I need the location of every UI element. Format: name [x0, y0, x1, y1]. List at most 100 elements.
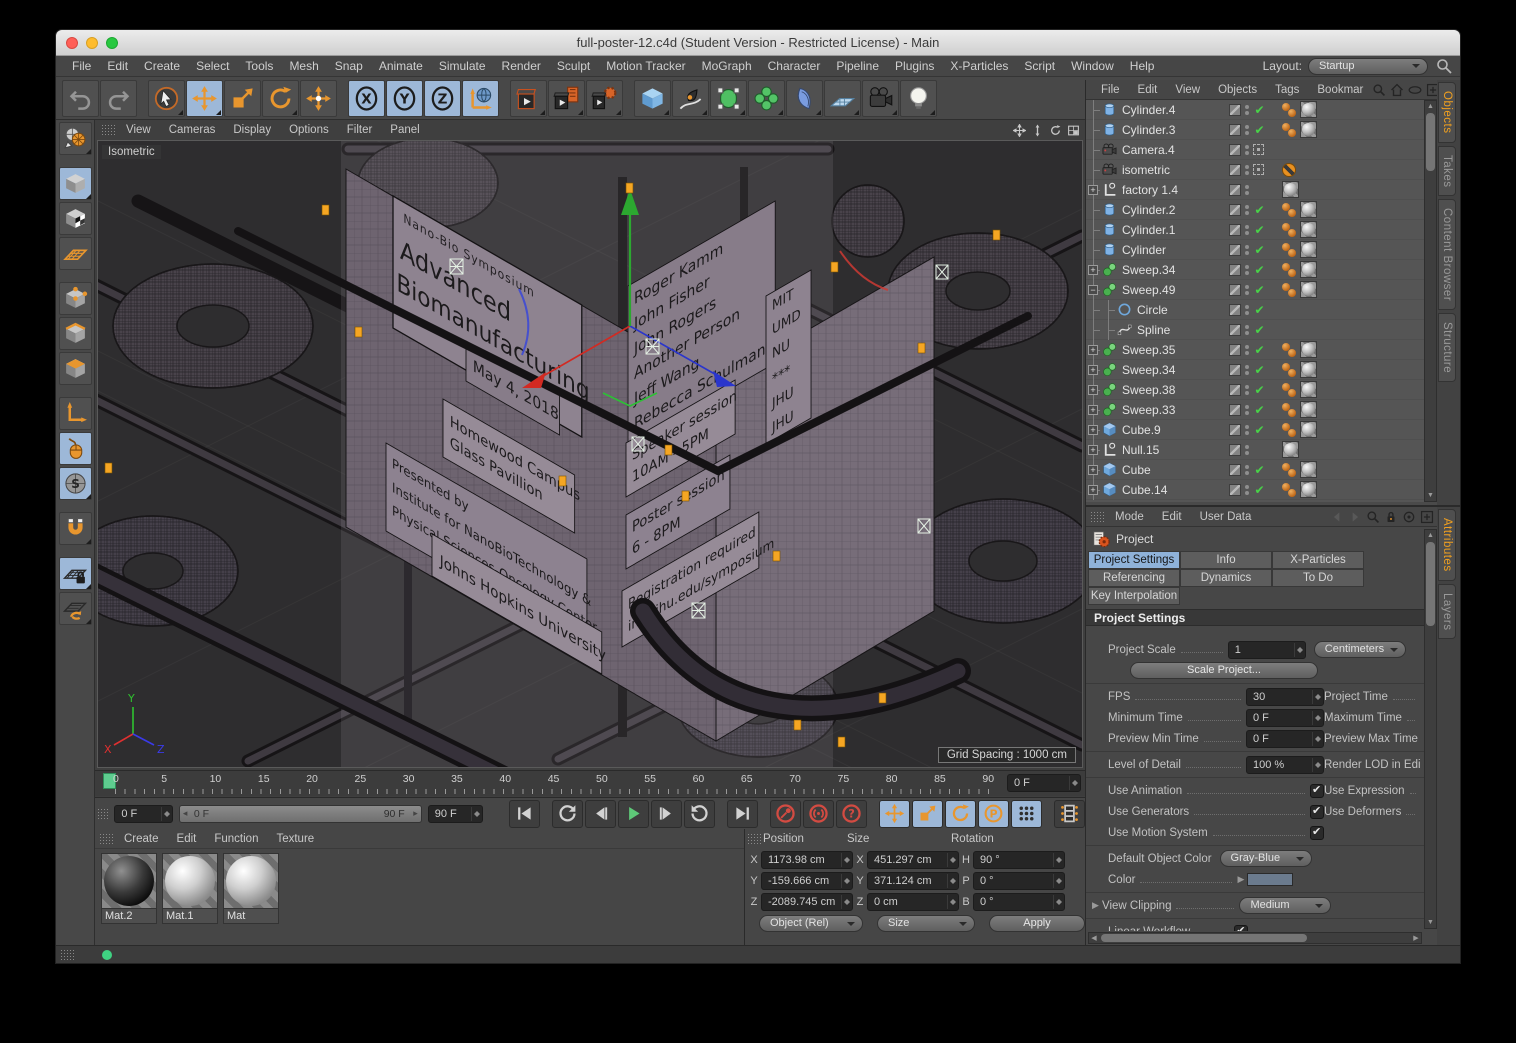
- enable-axis-button[interactable]: [59, 397, 92, 430]
- undo-button[interactable]: [62, 80, 99, 117]
- add-generator-button[interactable]: [710, 80, 747, 117]
- object-row[interactable]: Cylinder.4✔: [1086, 100, 1424, 120]
- redo-button[interactable]: [100, 80, 137, 117]
- panel-grip-icon[interactable]: [101, 124, 115, 136]
- add-light-button[interactable]: [900, 80, 937, 117]
- color-swatch[interactable]: [1247, 873, 1293, 886]
- menu-pipeline[interactable]: Pipeline: [828, 59, 887, 73]
- object-row[interactable]: Circle✔: [1086, 300, 1424, 320]
- object-row[interactable]: Spline✔: [1086, 320, 1424, 340]
- tab-objects[interactable]: Objects: [1438, 82, 1456, 143]
- visibility-dots-icon[interactable]: [1245, 365, 1249, 375]
- layer-color-chip[interactable]: [1229, 104, 1241, 116]
- lock-y-button[interactable]: Y: [386, 80, 423, 117]
- object-name[interactable]: isometric: [1122, 163, 1170, 177]
- object-row[interactable]: Cylinder.3✔: [1086, 120, 1424, 140]
- add-spline-button[interactable]: [672, 80, 709, 117]
- expand-icon[interactable]: +: [1088, 445, 1098, 455]
- phong-tag-icon[interactable]: [1282, 102, 1298, 118]
- expand-icon[interactable]: +: [1088, 365, 1098, 375]
- edges-mode-button[interactable]: [59, 317, 92, 350]
- make-editable-button[interactable]: [59, 122, 92, 155]
- enabled-check-icon[interactable]: ✔: [1253, 103, 1266, 117]
- soft-selection-button[interactable]: S: [59, 467, 92, 500]
- lock-x-button[interactable]: X: [348, 80, 385, 117]
- object-name[interactable]: Cube: [1122, 463, 1151, 477]
- viewport-menu-view[interactable]: View: [117, 124, 160, 136]
- fps-field[interactable]: 30: [1246, 688, 1324, 706]
- object-name[interactable]: Cylinder.2: [1122, 203, 1175, 217]
- tab-referencing[interactable]: Referencing: [1088, 569, 1180, 587]
- material-menu-create[interactable]: Create: [115, 833, 168, 845]
- layer-color-chip[interactable]: [1229, 424, 1241, 436]
- layer-color-chip[interactable]: [1229, 164, 1241, 176]
- protection-tag-icon[interactable]: [1282, 163, 1296, 177]
- visibility-dots-icon[interactable]: [1245, 405, 1249, 415]
- object-name[interactable]: Cylinder.3: [1122, 123, 1175, 137]
- position-field[interactable]: 1173.98 cm: [761, 851, 853, 869]
- texture-tag-icon[interactable]: [1300, 341, 1317, 358]
- layer-color-chip[interactable]: [1229, 284, 1241, 296]
- menu-character[interactable]: Character: [760, 59, 829, 73]
- expand-icon[interactable]: +: [1088, 265, 1098, 275]
- object-name[interactable]: Null.15: [1122, 443, 1159, 457]
- zoom-view-button[interactable]: [1029, 123, 1045, 137]
- visibility-dots-icon[interactable]: [1245, 205, 1249, 215]
- edit-render-settings-button[interactable]: [586, 80, 623, 117]
- tab-x-particles[interactable]: X-Particles: [1272, 551, 1364, 569]
- size-field[interactable]: 451.297 cm: [867, 851, 959, 869]
- viewport-menu-filter[interactable]: Filter: [338, 124, 382, 136]
- toggle-panels-button[interactable]: [1065, 123, 1081, 137]
- visibility-dots-icon[interactable]: [1245, 285, 1249, 295]
- next-frame-button[interactable]: [651, 800, 682, 828]
- menu-file[interactable]: File: [64, 59, 99, 73]
- layer-color-chip[interactable]: [1229, 304, 1241, 316]
- tab-layers[interactable]: Layers: [1438, 584, 1456, 640]
- move-button[interactable]: [186, 80, 223, 117]
- object-name[interactable]: factory 1.4: [1122, 183, 1178, 197]
- layer-color-chip[interactable]: [1229, 484, 1241, 496]
- menu-mesh[interactable]: Mesh: [281, 59, 326, 73]
- rotation-field[interactable]: 0 °: [973, 872, 1065, 890]
- object-name[interactable]: Cube.9: [1122, 423, 1161, 437]
- enabled-check-icon[interactable]: ✔: [1253, 243, 1266, 257]
- viewport-menu-display[interactable]: Display: [224, 124, 280, 136]
- menu-help[interactable]: Help: [1122, 59, 1163, 73]
- material-menu-texture[interactable]: Texture: [267, 833, 323, 845]
- panel-grip-icon[interactable]: [97, 808, 108, 820]
- lock-button[interactable]: [1384, 510, 1398, 524]
- enabled-check-icon[interactable]: ✔: [1253, 203, 1266, 217]
- visibility-dots-icon[interactable]: [1245, 265, 1249, 275]
- ghost-left-button[interactable]: [1330, 510, 1344, 524]
- timeline-ruler[interactable]: 051015202530354045505560657075808590 0 F: [95, 770, 1085, 796]
- visibility-dots-icon[interactable]: [1245, 325, 1249, 335]
- object-menu-view[interactable]: View: [1166, 84, 1209, 96]
- coordinate-system-button[interactable]: [462, 80, 499, 117]
- autokeying-button[interactable]: [803, 800, 834, 828]
- tab-to-do[interactable]: To Do: [1272, 569, 1364, 587]
- search-button[interactable]: [1366, 510, 1380, 524]
- enabled-check-icon[interactable]: ✔: [1253, 303, 1266, 317]
- menu-mograph[interactable]: MoGraph: [694, 59, 760, 73]
- project-scale-field[interactable]: 1: [1228, 641, 1306, 659]
- layer-color-chip[interactable]: [1229, 344, 1241, 356]
- spinner-icon[interactable]: [1069, 776, 1078, 790]
- lock-z-button[interactable]: Z: [424, 80, 461, 117]
- render-to-picture-viewer-button[interactable]: [548, 80, 585, 117]
- phong-tag-icon[interactable]: [1282, 362, 1298, 378]
- enabled-check-icon[interactable]: ✔: [1253, 483, 1266, 497]
- enabled-check-icon[interactable]: ✔: [1253, 423, 1266, 437]
- menu-sculpt[interactable]: Sculpt: [549, 59, 598, 73]
- size-mode-dropdown[interactable]: Size: [877, 915, 975, 932]
- size-field[interactable]: 0 cm: [867, 893, 959, 911]
- scale-button[interactable]: [224, 80, 261, 117]
- visibility-dots-icon[interactable]: [1245, 485, 1249, 495]
- texture-tag-icon[interactable]: [1282, 181, 1299, 198]
- layout-dropdown[interactable]: Startup: [1308, 58, 1428, 75]
- texture-tag-icon[interactable]: [1282, 441, 1299, 458]
- texture-tag-icon[interactable]: [1300, 261, 1317, 278]
- object-row[interactable]: +Cube.9✔: [1086, 420, 1424, 440]
- menu-plugins[interactable]: Plugins: [887, 59, 942, 73]
- menu-tools[interactable]: Tools: [237, 59, 281, 73]
- title-bar[interactable]: full-poster-12.c4d (Student Version - Re…: [56, 30, 1460, 56]
